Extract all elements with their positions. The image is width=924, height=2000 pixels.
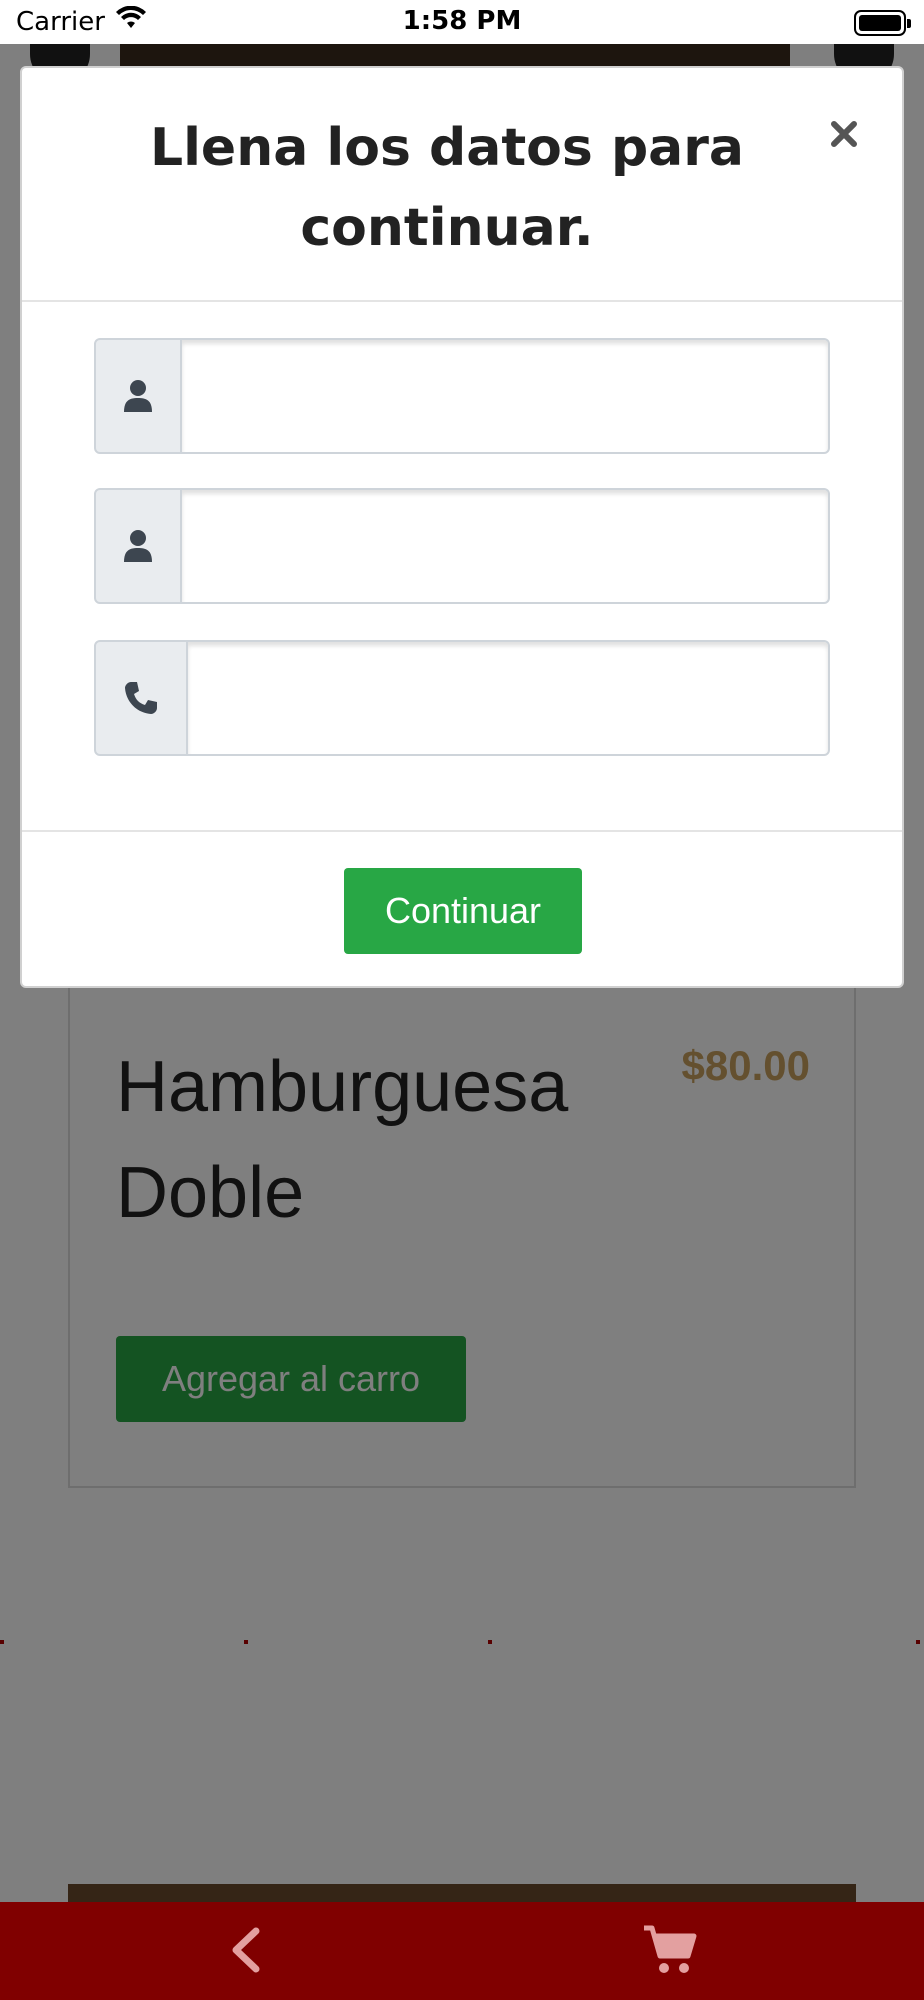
phone-input-group — [94, 640, 830, 756]
times-icon — [831, 121, 857, 147]
cart-button[interactable] — [642, 1924, 698, 1976]
clock: 1:58 PM — [402, 6, 522, 36]
name-input-group — [94, 338, 830, 454]
last-name-field[interactable] — [182, 488, 830, 604]
phone-icon — [125, 682, 157, 714]
customer-data-modal: Llena los datos para continuar. Continua… — [20, 66, 904, 988]
close-button[interactable] — [822, 112, 866, 156]
lastname-addon — [94, 488, 182, 604]
modal-footer: Continuar — [22, 830, 902, 988]
chevron-left-icon — [232, 1927, 260, 1973]
first-name-field[interactable] — [182, 338, 830, 454]
battery-icon — [854, 10, 911, 36]
bottom-nav — [0, 1902, 924, 2000]
status-bar: Carrier 1:58 PM — [0, 0, 924, 44]
back-button[interactable] — [220, 1922, 270, 1978]
phone-field[interactable] — [188, 640, 830, 756]
phone-addon — [94, 640, 188, 756]
continue-button[interactable]: Continuar — [344, 868, 582, 954]
cart-icon — [644, 1925, 697, 1973]
modal-body — [22, 302, 902, 832]
lastname-input-group — [94, 488, 830, 604]
name-addon — [94, 338, 182, 454]
user-icon — [124, 530, 152, 562]
modal-title: Llena los datos para continuar. — [149, 118, 745, 258]
user-icon — [124, 380, 152, 412]
modal-header: Llena los datos para continuar. — [22, 68, 902, 302]
